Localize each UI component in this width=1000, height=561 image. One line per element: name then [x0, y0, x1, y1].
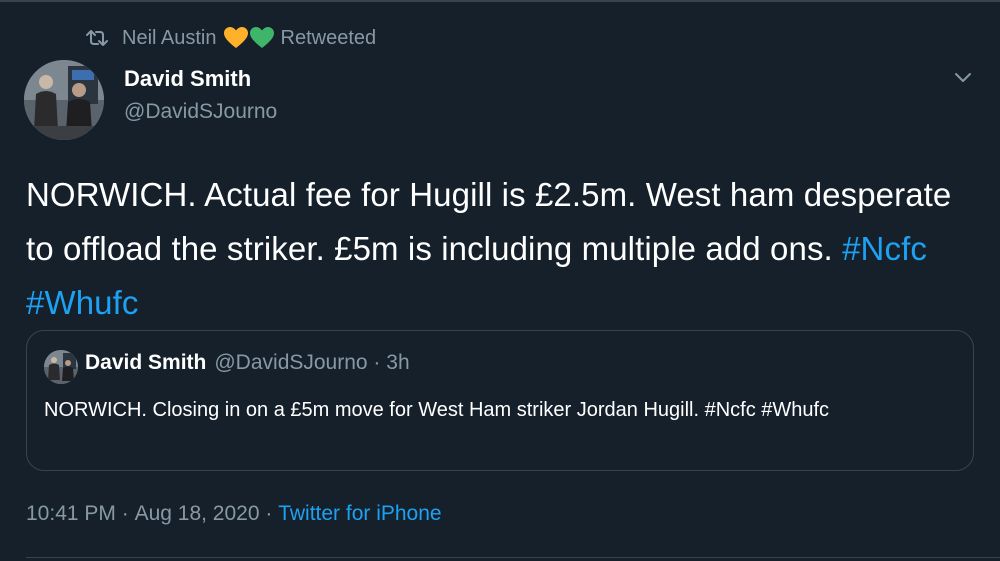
tweet-source-link[interactable]: Twitter for iPhone	[278, 502, 441, 526]
footer-separator: ·	[115, 502, 135, 525]
green-heart-icon	[249, 27, 274, 48]
author-avatar[interactable]	[24, 60, 104, 140]
retweet-context: Neil Austin Retweeted	[84, 24, 376, 52]
retweeted-label: Retweeted	[280, 26, 377, 49]
chevron-down-icon[interactable]	[952, 66, 974, 88]
tweet-text: NORWICH. Actual fee for Hugill is £2.5m.…	[26, 168, 966, 330]
quote-time: 3h	[386, 351, 410, 374]
author-handle[interactable]: @DavidSJourno	[124, 100, 277, 124]
tweet-date[interactable]: Aug 18, 2020	[135, 502, 260, 526]
retweet-icon	[84, 28, 110, 48]
top-divider	[0, 0, 1000, 2]
quote-author-avatar	[44, 350, 78, 384]
quote-text: NORWICH. Closing in on a £5m move for We…	[44, 399, 830, 421]
footer-separator: ·	[259, 502, 279, 525]
author-name[interactable]: David Smith	[124, 66, 251, 92]
retweeter-name[interactable]: Neil Austin	[122, 27, 217, 50]
yellow-heart-icon	[223, 27, 248, 48]
quote-author-name: David Smith	[85, 351, 207, 374]
hashtag-link[interactable]: #Ncfc	[842, 230, 927, 267]
tweet-body: NORWICH. Actual fee for Hugill is £2.5m.…	[26, 176, 952, 267]
quoted-tweet-card[interactable]: David Smith @DavidSJourno · 3h NORWICH. …	[26, 330, 974, 471]
quote-separator: ·	[367, 351, 387, 374]
tweet-time[interactable]: 10:41 PM	[26, 502, 116, 526]
quote-author-handle: @DavidSJourno	[214, 351, 368, 374]
tweet-footer: 10:41 PM · Aug 18, 2020 · Twitter for iP…	[26, 502, 442, 526]
quote-header: David Smith @DavidSJourno · 3h	[85, 351, 410, 375]
hashtag-link[interactable]: #Whufc	[26, 284, 138, 321]
bottom-divider	[26, 557, 1000, 558]
